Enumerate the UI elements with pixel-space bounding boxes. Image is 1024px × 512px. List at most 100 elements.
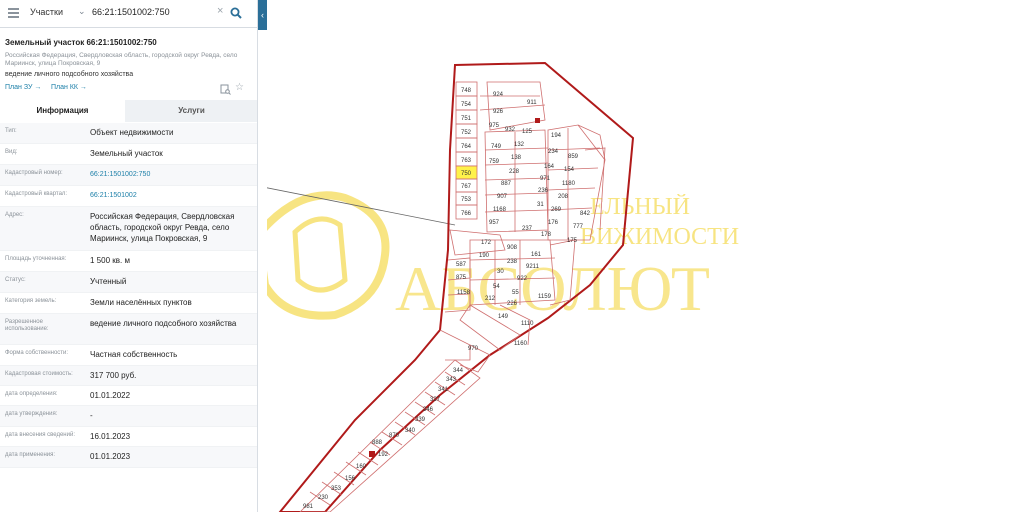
plan-zu-link[interactable]: План ЗУ → (5, 84, 41, 91)
parcel-label[interactable]: 236 (538, 188, 549, 194)
parcel-label[interactable]: 957 (489, 220, 500, 226)
parcel-label[interactable]: 132 (514, 142, 525, 148)
parcel-label[interactable]: 238 (507, 259, 518, 265)
parcel-label[interactable]: 228 (509, 169, 520, 175)
parcel-label[interactable]: 748 (461, 88, 472, 94)
parcel-label[interactable]: 178 (541, 232, 552, 238)
parcel-label[interactable]: 888 (372, 440, 383, 446)
parcel-label[interactable]: 859 (568, 154, 579, 160)
menu-icon[interactable] (8, 8, 19, 18)
parcel-label[interactable]: 346 (423, 407, 434, 413)
parcel-label[interactable]: 908 (507, 245, 518, 251)
parcel-label[interactable]: 926 (493, 109, 504, 115)
parcel-label[interactable]: 230 (318, 495, 329, 501)
parcel-label[interactable]: 31 (537, 202, 544, 208)
row-value: 01.01.2023 (90, 452, 131, 461)
parcel-label[interactable]: 234 (548, 149, 559, 155)
parcel-label[interactable]: 777 (573, 224, 584, 230)
parcel-label[interactable]: 269 (551, 207, 562, 213)
parcel-label[interactable]: 842 (580, 211, 591, 217)
parcel-label[interactable]: 870 (389, 433, 400, 439)
document-search-icon[interactable] (220, 84, 231, 95)
parcel-label[interactable]: 164 (544, 164, 555, 170)
parcel-label[interactable]: 172 (481, 240, 492, 246)
parcel-label[interactable]: 138 (511, 155, 522, 161)
star-icon[interactable]: ☆ (235, 82, 244, 93)
parcel-label[interactable]: 341 (438, 387, 449, 393)
parcel-label[interactable]: 344 (453, 368, 464, 374)
collapse-panel-button[interactable]: ‹ (258, 0, 267, 30)
cadastral-number-link[interactable]: 66:21:1501002:750 (90, 169, 255, 180)
parcel-label[interactable]: 226 (507, 301, 518, 307)
parcel-label[interactable]: 971 (540, 176, 551, 182)
parcel-label[interactable]: 924 (493, 92, 504, 98)
parcel-label[interactable]: 907 (497, 194, 508, 200)
parcel-label-selected[interactable]: 750 (461, 171, 472, 177)
parcel-label[interactable]: 932 (505, 127, 516, 133)
parcel-label[interactable]: 981 (303, 504, 314, 510)
parcel-label[interactable]: 160 (356, 464, 367, 470)
parcel-label[interactable]: 156 (345, 476, 356, 482)
parcel-label[interactable]: 752 (461, 130, 472, 136)
parcel-label[interactable]: 237 (522, 226, 533, 232)
parcel-label[interactable]: 767 (461, 184, 472, 190)
parcel-label[interactable]: 975 (489, 123, 500, 129)
parcel-label[interactable]: 749 (491, 144, 502, 150)
row-label: дата применения: (5, 452, 56, 458)
parcel-label[interactable]: 766 (461, 211, 472, 217)
search-input[interactable] (92, 7, 212, 17)
row-label: Площадь уточненная: (5, 256, 67, 262)
map-canvas[interactable]: ЕЛЬНЫЙ ВИЖИМОСТИ АБСОЛЮТ 748 754 751 752… (267, 0, 1024, 512)
parcel-label[interactable]: 154 (564, 167, 575, 173)
parcel-label[interactable]: 340 (405, 428, 416, 434)
parcel-label[interactable]: 751 (461, 116, 472, 122)
parcel-label[interactable]: 125 (522, 129, 533, 135)
parcel-label[interactable]: 161 (531, 252, 542, 258)
search-bar: Участки ⌄ × (0, 0, 257, 28)
parcel-label[interactable]: 208 (558, 194, 569, 200)
parcel-label[interactable]: 353 (331, 486, 342, 492)
plan-kk-link[interactable]: План КК → (51, 84, 87, 91)
parcel-label[interactable]: 1168 (493, 207, 507, 213)
parcel-label[interactable]: 175 (567, 238, 578, 244)
parcel-label[interactable]: 763 (461, 158, 472, 164)
parcel-label[interactable]: 194 (551, 133, 562, 139)
parcel-label[interactable]: 343 (446, 377, 457, 383)
parcel-label[interactable]: 1158 (457, 290, 471, 296)
parcel-label[interactable]: 55 (512, 290, 519, 296)
row-land-category: Категория земель: Земли населённых пункт… (0, 293, 257, 314)
parcel-label[interactable]: 754 (461, 102, 472, 108)
parcel-label[interactable]: 1110 (521, 321, 534, 327)
parcel-label[interactable]: 9211 (526, 264, 540, 270)
parcel-label[interactable]: 970 (468, 346, 479, 352)
tab-info[interactable]: Информация (0, 100, 125, 122)
tab-services[interactable]: Услуги (125, 100, 257, 122)
parcel-label[interactable]: 911 (527, 100, 537, 106)
parcel-label[interactable]: 587 (456, 262, 467, 268)
parcel-label[interactable]: 887 (501, 181, 512, 187)
parcel-label[interactable]: 190 (479, 253, 490, 259)
parcel-label[interactable]: 176 (548, 220, 559, 226)
parcel-label[interactable]: 875 (456, 275, 467, 281)
cadastral-map[interactable]: ЕЛЬНЫЙ ВИЖИМОСТИ АБСОЛЮТ 748 754 751 752… (267, 0, 1024, 512)
parcel-label[interactable]: 337 (430, 397, 441, 403)
parcel-label[interactable]: 1159 (538, 294, 552, 300)
close-icon[interactable]: × (217, 5, 223, 17)
parcel-label[interactable]: 753 (461, 197, 472, 203)
parcel-label[interactable]: 922 (517, 276, 528, 282)
layer-select[interactable]: Участки (30, 7, 63, 17)
parcel-label[interactable]: 149 (498, 314, 509, 320)
search-icon[interactable] (230, 7, 242, 19)
chevron-down-icon[interactable]: ⌄ (78, 6, 86, 17)
app-window: Участки ⌄ × Земельный участок 66:21:1501… (0, 0, 1024, 512)
parcel-label[interactable]: 764 (461, 144, 472, 150)
parcel-label[interactable]: 339 (415, 417, 426, 423)
cadastral-quarter-link[interactable]: 66:21:1501002 (90, 190, 255, 201)
parcel-label[interactable]: 212 (485, 296, 496, 302)
parcel-label[interactable]: 54 (493, 284, 500, 290)
parcel-label[interactable]: 30 (497, 269, 504, 275)
parcel-label[interactable]: 1160 (514, 341, 528, 347)
parcel-label[interactable]: 759 (489, 159, 500, 165)
parcel-label[interactable]: 192 (378, 452, 389, 458)
parcel-label[interactable]: 1180 (562, 181, 576, 187)
